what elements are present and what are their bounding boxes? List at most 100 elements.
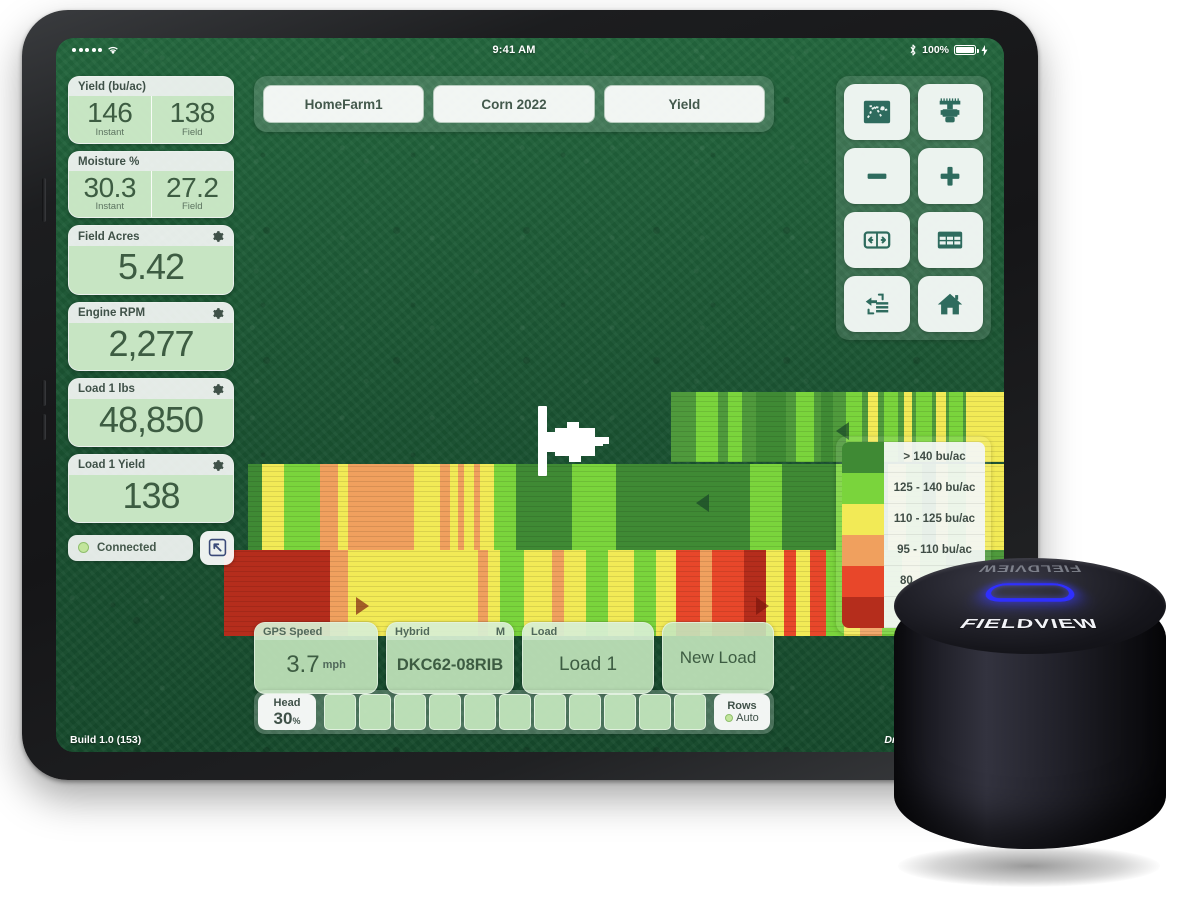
zoom-out-button[interactable] <box>844 148 910 204</box>
row-segments-strip[interactable] <box>320 694 710 730</box>
card-field-acres-header: Field Acres <box>69 226 233 247</box>
machine-setup-button[interactable] <box>917 84 983 140</box>
card-engine-rpm-value: 2,277 <box>108 322 194 364</box>
gear-icon[interactable] <box>211 307 224 320</box>
card-engine-rpm[interactable]: Engine RPM 2,277 <box>68 301 234 371</box>
row-segment[interactable] <box>639 694 671 730</box>
card-moisture[interactable]: Moisture % 30.3 Instant 27.2 Field <box>68 150 234 219</box>
card-moisture-header: Moisture % <box>69 151 233 171</box>
device-logo-rear: FIELDVIEW <box>976 563 1084 575</box>
home-button[interactable] <box>917 276 983 332</box>
build-version: Build 1.0 (153) <box>70 734 142 746</box>
transfer-data-button[interactable] <box>844 276 910 332</box>
width-adjust-button[interactable] <box>844 212 910 268</box>
table-grid-icon <box>938 231 963 249</box>
card-field-acres-value: 5.42 <box>117 246 185 288</box>
row-segment[interactable] <box>464 694 496 730</box>
load-header: Load <box>523 623 653 640</box>
card-load1-yield-body: 138 <box>69 474 233 522</box>
card-load1-lbs[interactable]: Load 1 lbs 48,850 <box>68 377 234 447</box>
card-yield-instant: 146 Instant <box>69 96 151 143</box>
battery-full-icon <box>954 45 979 55</box>
hybrid-title: Hybrid <box>395 626 430 638</box>
row-segment[interactable] <box>534 694 566 730</box>
gps-speed-card[interactable]: GPS Speed 3.7 mph <box>254 622 378 694</box>
battery-percent: 100% <box>922 44 949 56</box>
season-selector[interactable]: Corn 2022 <box>433 85 595 123</box>
harvest-control-bar: GPS Speed 3.7 mph Hybrid M DKC62-08RIB L… <box>254 622 774 694</box>
card-yield-field-label: Field <box>181 126 203 138</box>
hybrid-card[interactable]: Hybrid M DKC62-08RIB <box>386 622 514 694</box>
gear-icon[interactable] <box>211 230 224 243</box>
layer-selector[interactable]: Yield <box>603 85 765 123</box>
card-yield-instant-label: Instant <box>95 126 125 138</box>
connection-status-pill[interactable]: Connected <box>68 534 193 561</box>
metrics-sidebar: Yield (bu/ac) 146 Instant 138 Field Mois… <box>68 76 234 565</box>
rows-auto-led-icon <box>725 714 734 723</box>
load-value: Load 1 <box>558 654 618 675</box>
card-moisture-title: Moisture % <box>78 155 140 168</box>
signal-dots-icon <box>72 48 102 52</box>
legend-row: 125 - 140 bu/ac <box>842 473 985 504</box>
status-led-icon <box>78 542 89 554</box>
direction-arrow-icon <box>756 597 769 615</box>
bluetooth-icon <box>910 44 916 56</box>
card-moisture-instant: 30.3 Instant <box>69 170 151 218</box>
hybrid-badge: M <box>495 626 505 638</box>
field-boundary-icon <box>863 100 890 124</box>
row-segment[interactable] <box>394 694 426 730</box>
head-height-unit: % <box>292 715 301 726</box>
card-load1-yield-title: Load 1 Yield <box>78 459 146 472</box>
card-moisture-field-value: 27.2 <box>166 171 219 203</box>
gear-icon[interactable] <box>211 459 224 472</box>
row-segment[interactable] <box>499 694 531 730</box>
app-footer: Build 1.0 (153) Drive: 0017EC348903 <box>56 728 1004 752</box>
card-engine-rpm-header: Engine RPM <box>69 302 233 323</box>
hybrid-value: DKC62-08RIB <box>396 655 504 674</box>
head-height-chip[interactable]: Head 30% <box>258 694 316 730</box>
row-segment[interactable] <box>324 694 356 730</box>
card-field-acres-title: Field Acres <box>78 230 140 243</box>
tablet-screen-bezel: 9:41 AM 100% Yield (bu/ac) 146 Instant 1… <box>56 38 1004 752</box>
tablet-volume-down-button[interactable] <box>42 414 46 440</box>
head-height-value: 30 <box>273 708 293 728</box>
card-field-acres[interactable]: Field Acres 5.42 <box>68 225 234 295</box>
card-yield[interactable]: Yield (bu/ac) 146 Instant 138 Field <box>68 76 234 144</box>
tablet-power-button[interactable] <box>42 178 46 222</box>
legend-label: 125 - 140 bu/ac <box>884 473 985 504</box>
legend-swatch <box>842 504 884 535</box>
card-load1-yield[interactable]: Load 1 Yield 138 <box>68 453 234 523</box>
card-field-acres-body: 5.42 <box>69 246 233 294</box>
row-segment[interactable] <box>569 694 601 730</box>
status-time: 9:41 AM <box>492 44 536 56</box>
new-load-button[interactable]: New Load <box>662 622 774 694</box>
combine-harvester-marker-icon <box>538 406 614 483</box>
expand-arrow-icon <box>208 539 226 557</box>
home-icon <box>938 293 963 315</box>
field-boundary-button[interactable] <box>844 84 910 140</box>
card-yield-header: Yield (bu/ac) <box>69 77 233 96</box>
row-segment[interactable] <box>674 694 706 730</box>
tablet-volume-up-button[interactable] <box>42 380 46 406</box>
direction-arrow-icon <box>356 597 369 615</box>
fieldview-drive-device: FIELDVIEW FIELDVIEW <box>880 548 1180 893</box>
legend-label: 110 - 125 bu/ac <box>884 504 985 535</box>
card-load1-lbs-body: 48,850 <box>69 398 233 446</box>
row-segment[interactable] <box>604 694 636 730</box>
rows-mode-chip[interactable]: Rows Auto <box>714 694 770 730</box>
zoom-in-button[interactable] <box>917 148 983 204</box>
gps-speed-unit: mph <box>322 659 346 671</box>
device-shadow <box>898 845 1160 887</box>
card-load1-lbs-value: 48,850 <box>98 398 204 440</box>
expand-panel-button[interactable] <box>200 530 234 565</box>
data-table-button[interactable] <box>917 212 983 268</box>
row-segment[interactable] <box>429 694 461 730</box>
load-card[interactable]: Load Load 1 <box>522 622 654 694</box>
legend-swatch <box>842 566 884 597</box>
gear-icon[interactable] <box>211 383 224 396</box>
farm-selector[interactable]: HomeFarm1 <box>263 85 425 123</box>
transfer-list-icon <box>865 293 888 315</box>
card-engine-rpm-body: 2,277 <box>69 322 233 370</box>
card-load1-lbs-title: Load 1 lbs <box>78 383 135 396</box>
row-segment[interactable] <box>359 694 391 730</box>
